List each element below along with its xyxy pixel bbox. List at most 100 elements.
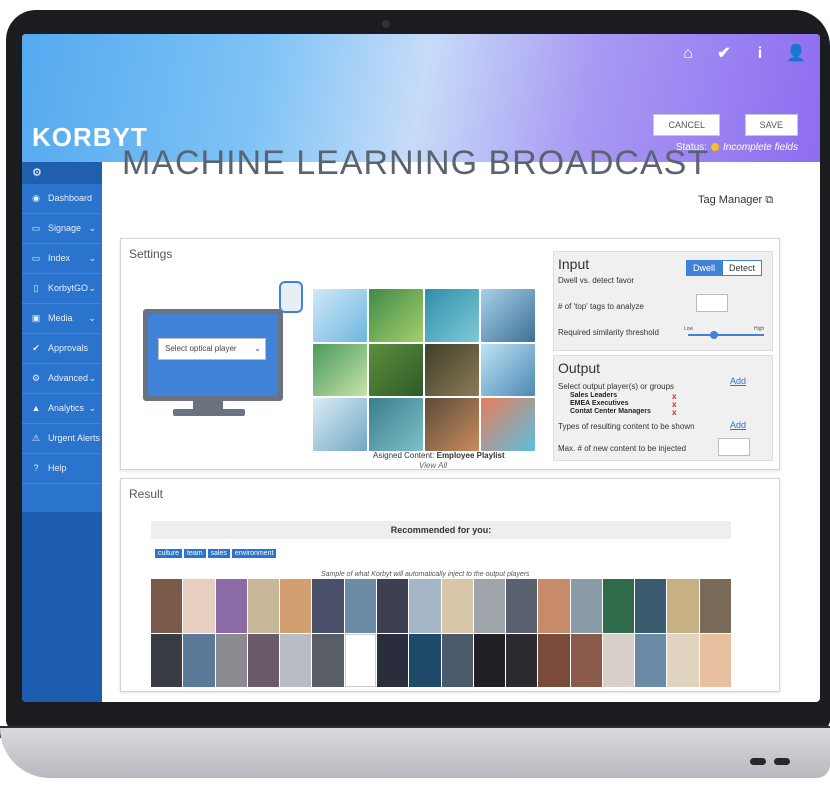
- photo-thumbnail[interactable]: [602, 633, 635, 687]
- photo-thumbnail[interactable]: [409, 633, 441, 687]
- home-icon[interactable]: ⌂: [674, 40, 702, 68]
- photo-thumbnail[interactable]: [247, 579, 280, 633]
- thumbnail[interactable]: [313, 289, 367, 342]
- photo-thumbnail[interactable]: [312, 633, 344, 687]
- photo-thumbnail[interactable]: [538, 579, 570, 633]
- tag-chip[interactable]: sales: [207, 549, 230, 558]
- photo-thumbnail[interactable]: [409, 579, 441, 633]
- content-types-label: Types of resulting content to be shown: [558, 422, 695, 431]
- select-output-label: Select output player(s) or groups: [558, 382, 675, 391]
- sidebar-item-help[interactable]: ? Help: [22, 454, 102, 484]
- assigned-content-caption: Asigned Content: Employee Playlist: [373, 451, 505, 460]
- sidebar-item-urgent-alerts[interactable]: ⚠ Urgent Alerts: [22, 424, 102, 454]
- photo-thumbnail[interactable]: [215, 633, 247, 687]
- photo-thumbnail[interactable]: [538, 633, 570, 687]
- sidebar-toggle[interactable]: ⚙: [22, 162, 102, 184]
- photo-thumbnail[interactable]: [247, 633, 280, 687]
- threshold-slider-handle[interactable]: [710, 331, 718, 339]
- user-icon[interactable]: 👤: [782, 40, 810, 68]
- tags-count-input[interactable]: [696, 294, 728, 312]
- sidebar-item-advanced[interactable]: ⚙ Advanced ⌄: [22, 364, 102, 394]
- settings-label: Settings: [129, 247, 173, 261]
- sidebar-item-approvals[interactable]: ✔ Approvals: [22, 334, 102, 364]
- page-title: MACHINE LEARNING BROADCAST: [122, 144, 710, 182]
- optical-player-select[interactable]: Select optical player ⌄: [158, 338, 266, 360]
- detect-option[interactable]: Detect: [721, 260, 762, 276]
- photo-thumbnail[interactable]: [280, 579, 312, 633]
- thumbnail[interactable]: [369, 343, 423, 397]
- photo-thumbnail[interactable]: [215, 579, 247, 633]
- thumbnail[interactable]: [313, 343, 367, 397]
- photo-thumbnail[interactable]: [376, 579, 409, 633]
- save-button[interactable]: SAVE: [744, 114, 798, 136]
- photo-thumbnail[interactable]: [344, 633, 376, 687]
- dwell-label: Dwell vs. detect favor: [558, 276, 635, 285]
- photo-thumbnail[interactable]: [473, 633, 506, 687]
- thumbnail[interactable]: [369, 289, 423, 342]
- status-dot-icon: [710, 143, 719, 152]
- dwell-detect-toggle: Dwell Detect: [685, 260, 762, 276]
- photo-thumbnail[interactable]: [183, 579, 215, 633]
- tag-chip[interactable]: environment: [231, 549, 277, 558]
- thumbnail[interactable]: [425, 398, 479, 451]
- sample-note: Sample of what Korbyt will automatically…: [321, 571, 530, 578]
- tag-manager-link[interactable]: Tag Manager ⧉: [698, 194, 773, 207]
- thumbnail[interactable]: [313, 398, 367, 451]
- max-content-input[interactable]: [718, 438, 750, 456]
- status-value: Incomplete fields: [722, 142, 798, 153]
- result-label: Result: [129, 487, 164, 501]
- view-all-link[interactable]: View All: [419, 461, 447, 470]
- photo-thumbnail[interactable]: [280, 633, 312, 687]
- check-icon[interactable]: ✔: [710, 40, 738, 68]
- photo-thumbnail[interactable]: [570, 579, 602, 633]
- thumbnail[interactable]: [425, 289, 479, 342]
- output-title: Output: [558, 360, 601, 376]
- app-header: ⌂ ✔ i 👤 KORBYT MACHINE LEARNING BROADCAS…: [22, 34, 820, 182]
- sidebar-item-analytics[interactable]: ▲ Analytics ⌄: [22, 394, 102, 424]
- photo-thumbnail[interactable]: [344, 579, 376, 633]
- cancel-button[interactable]: CANCEL: [653, 114, 720, 136]
- photo-thumbnail[interactable]: [667, 633, 699, 687]
- photo-thumbnail[interactable]: [151, 579, 183, 633]
- photo-thumbnail[interactable]: [441, 633, 473, 687]
- add-output-link[interactable]: Add: [730, 376, 746, 386]
- photo-thumbnail[interactable]: [441, 579, 473, 633]
- photo-thumbnail[interactable]: [667, 579, 699, 633]
- chevron-down-icon: ⌄: [88, 253, 96, 263]
- info-icon[interactable]: i: [746, 40, 774, 68]
- sidebar-item-media[interactable]: ▣ Media ⌄: [22, 304, 102, 334]
- thumbnail[interactable]: [481, 343, 535, 397]
- photo-thumbnail[interactable]: [635, 579, 667, 633]
- monitor-stand: [193, 399, 223, 409]
- photo-thumbnail[interactable]: [570, 633, 602, 687]
- thumbnail[interactable]: [481, 289, 535, 342]
- thumbnail[interactable]: [425, 343, 479, 397]
- photo-thumbnail[interactable]: [183, 633, 215, 687]
- sidebar-item-dashboard[interactable]: ◉ Dashboard: [22, 184, 102, 214]
- photo-thumbnail[interactable]: [312, 579, 344, 633]
- threshold-slider[interactable]: [688, 334, 764, 336]
- thumbnail[interactable]: [369, 398, 423, 451]
- thumbnail[interactable]: [481, 398, 535, 451]
- photo-thumbnail[interactable]: [635, 633, 667, 687]
- tag-chip[interactable]: culture: [155, 549, 183, 558]
- threshold-low-label: Low: [684, 326, 694, 332]
- tag-chip[interactable]: team: [184, 549, 206, 558]
- dwell-option[interactable]: Dwell: [685, 260, 722, 276]
- photo-thumbnail[interactable]: [602, 579, 635, 633]
- photo-thumbnail[interactable]: [699, 633, 731, 687]
- header-icons: ⌂ ✔ i 👤: [666, 40, 810, 68]
- photo-thumbnail[interactable]: [151, 633, 183, 687]
- sidebar-item-signage[interactable]: ▭ Signage ⌄: [22, 214, 102, 244]
- usb-port-icon: [774, 758, 790, 765]
- photo-thumbnail[interactable]: [699, 579, 731, 633]
- photo-thumbnail[interactable]: [506, 579, 538, 633]
- sidebar-item-korbytgo[interactable]: ▯ KorbytGO ⌄: [22, 274, 102, 304]
- add-content-type-link[interactable]: Add: [730, 420, 746, 430]
- photo-thumbnail[interactable]: [506, 633, 538, 687]
- result-panel: Result Recommended for you: culture team…: [120, 478, 780, 692]
- sidebar-item-index[interactable]: ▭ Index ⌄: [22, 244, 102, 274]
- photo-thumbnail[interactable]: [376, 633, 409, 687]
- remove-x-icon[interactable]: x: [672, 408, 676, 417]
- photo-thumbnail[interactable]: [473, 579, 506, 633]
